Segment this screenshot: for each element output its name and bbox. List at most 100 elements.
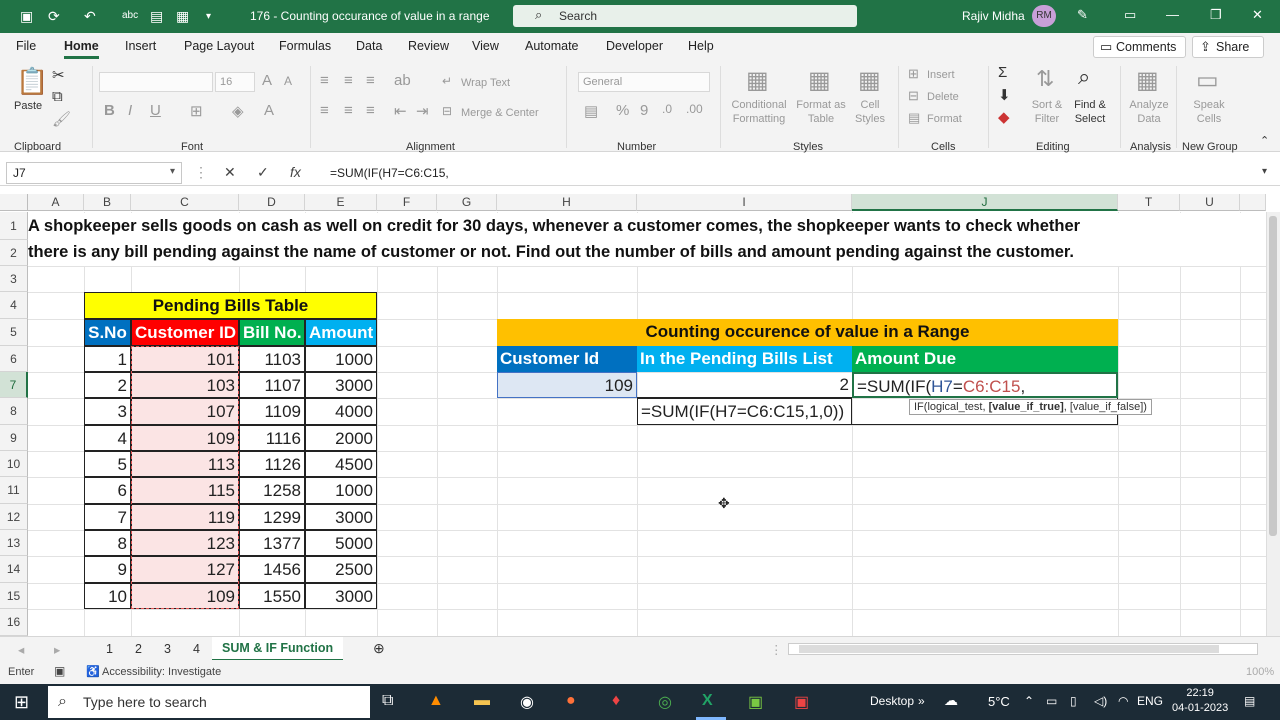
header-bill-no[interactable]: Bill No. [239,319,305,346]
align-top-icon[interactable]: ≡ [320,72,329,89]
column-header-j[interactable]: J [852,194,1118,211]
save-icon[interactable]: ▦ [176,8,189,25]
pen-icon[interactable]: ✎ [1077,7,1088,23]
zoom-level[interactable]: 100% [1246,666,1274,678]
table-cell-amount[interactable]: 5000 [305,530,377,556]
table-cell-sno[interactable]: 4 [84,425,131,451]
column-header-c[interactable]: C [131,194,239,211]
table-cell-bill-no[interactable]: 1456 [239,556,305,583]
orientation-icon[interactable]: ab [394,72,411,89]
column-header-u[interactable]: U [1180,194,1240,211]
column-header-blank[interactable] [1240,194,1266,211]
row-header-7[interactable]: 7 [0,372,28,398]
clock[interactable]: 22:19 04-01-2023 [1172,686,1228,716]
wrap-text-icon[interactable]: ↵ [442,74,452,88]
volume-icon[interactable]: ◁) [1094,694,1107,708]
notification-icon[interactable]: ▤ [1244,694,1255,708]
avatar[interactable]: RM [1032,5,1056,27]
count-table-title[interactable]: Counting occurence of value in a Range [497,319,1118,346]
delete-cells-icon[interactable]: ⊟ [908,88,919,104]
tray-expand-icon[interactable]: » [918,694,925,708]
horizontal-scrollbar[interactable] [788,643,1258,655]
spelling-icon[interactable]: abc [122,10,138,21]
row-header-12[interactable]: 12 [0,504,28,530]
wrap-text-label[interactable]: Wrap Text [461,76,510,90]
chevron-down-icon[interactable]: ▾ [170,166,175,177]
collapse-ribbon-icon[interactable]: ⌃ [1260,134,1269,147]
table-cell-customer-id[interactable]: 109 [131,425,239,451]
count-result-cell[interactable]: 2 [637,372,852,398]
table-cell-sno[interactable]: 9 [84,556,131,583]
table-cell-bill-no[interactable]: 1550 [239,583,305,609]
name-box[interactable]: J7 ▾ [6,162,182,184]
header-amount-due[interactable]: Amount Due [852,346,1118,372]
pending-table-title[interactable]: Pending Bills Table [84,292,377,319]
row-header-4[interactable]: 4 [0,292,28,319]
table-cell-bill-no[interactable]: 1299 [239,504,305,530]
tab-insert[interactable]: Insert [125,39,156,53]
conditional-formatting-label[interactable]: Conditional Formatting [726,98,792,126]
undo-icon[interactable]: ↶ [84,8,96,25]
align-right-icon[interactable]: ≡ [366,102,375,119]
merge-center-label[interactable]: Merge & Center [461,106,539,120]
clear-icon[interactable]: ◆ [998,108,1010,126]
app-red-icon[interactable]: ♦ [612,692,620,710]
find-select-label[interactable]: Find & Select [1068,98,1112,126]
borders-icon[interactable]: ⊞ [190,102,203,120]
table-cell-customer-id[interactable]: 103 [131,372,239,398]
fill-color-icon[interactable]: ◈ [232,102,244,120]
header-sno[interactable]: S.No [84,319,131,346]
table-cell-customer-id[interactable]: 119 [131,504,239,530]
currency-icon[interactable]: ▤ [584,102,598,120]
insert-function-icon[interactable]: fx [290,164,301,180]
table-cell-bill-no[interactable]: 1258 [239,477,305,504]
row-header-16[interactable]: 16 [0,609,28,636]
paste-icon[interactable]: 📋 [16,66,48,97]
problem-text-line1[interactable]: A shopkeeper sells goods on cash as well… [28,217,1080,236]
percent-icon[interactable]: % [616,102,629,119]
table-cell-amount[interactable]: 1000 [305,477,377,504]
table-cell-sno[interactable]: 7 [84,504,131,530]
app-icon[interactable]: ◉ [520,692,534,712]
tab-view[interactable]: View [472,39,499,53]
align-left-icon[interactable]: ≡ [320,102,329,119]
accessibility-icon[interactable]: ♿ [86,665,100,678]
table-cell-bill-no[interactable]: 1103 [239,346,305,372]
sheet-tab-sum-if[interactable]: SUM & IF Function [212,637,344,661]
analyze-data-icon[interactable]: ▦ [1136,66,1159,95]
comments-button[interactable]: ▭ Comments [1093,36,1186,58]
format-as-table-label[interactable]: Format as Table [794,98,848,126]
tab-file[interactable]: File [16,39,36,53]
tab-data[interactable]: Data [356,39,382,53]
taskbar-search[interactable]: ⌕ Type here to search [48,686,370,718]
temperature[interactable]: 5°C [988,694,1010,709]
column-header-g[interactable]: G [437,194,497,211]
cut-icon[interactable]: ✂ [52,66,65,84]
conditional-formatting-icon[interactable]: ▦ [746,66,769,95]
row-header-14[interactable]: 14 [0,556,28,583]
number-format-select[interactable]: General [578,72,710,92]
firefox-icon[interactable]: ● [566,692,576,710]
table-cell-sno[interactable]: 1 [84,346,131,372]
bold-icon[interactable]: B [104,102,115,119]
row-header-13[interactable]: 13 [0,530,28,556]
add-sheet-icon[interactable]: ⊕ [373,640,385,657]
ribbon-display-icon[interactable]: ▭ [1124,7,1136,23]
format-cells-icon[interactable]: ▤ [908,110,920,126]
speak-cells-label[interactable]: Speak Cells [1186,98,1232,126]
count-formula-text-cell[interactable]: =SUM(IF(H7=C6:C15,1,0)) [637,398,852,425]
tab-split-handle[interactable]: ⋮ [770,642,783,657]
header-customer-id[interactable]: Customer ID [131,319,239,346]
increase-indent-icon[interactable]: ⇥ [416,102,429,120]
language-indicator[interactable]: ENG [1137,694,1163,708]
decrease-font-icon[interactable]: A [284,74,292,88]
tray-chevron-icon[interactable]: ⌃ [1024,694,1034,708]
sheet-tab-3[interactable]: 3 [164,642,171,656]
merge-icon[interactable]: ⊟ [442,104,452,118]
confirm-entry-icon[interactable]: ✓ [257,164,269,181]
column-header-t[interactable]: T [1118,194,1180,211]
autosave-icon[interactable]: ⟳ [48,8,60,25]
comma-icon[interactable]: 9 [640,102,648,119]
align-middle-icon[interactable]: ≡ [344,72,353,89]
autosum-icon[interactable]: Σ [998,64,1007,81]
